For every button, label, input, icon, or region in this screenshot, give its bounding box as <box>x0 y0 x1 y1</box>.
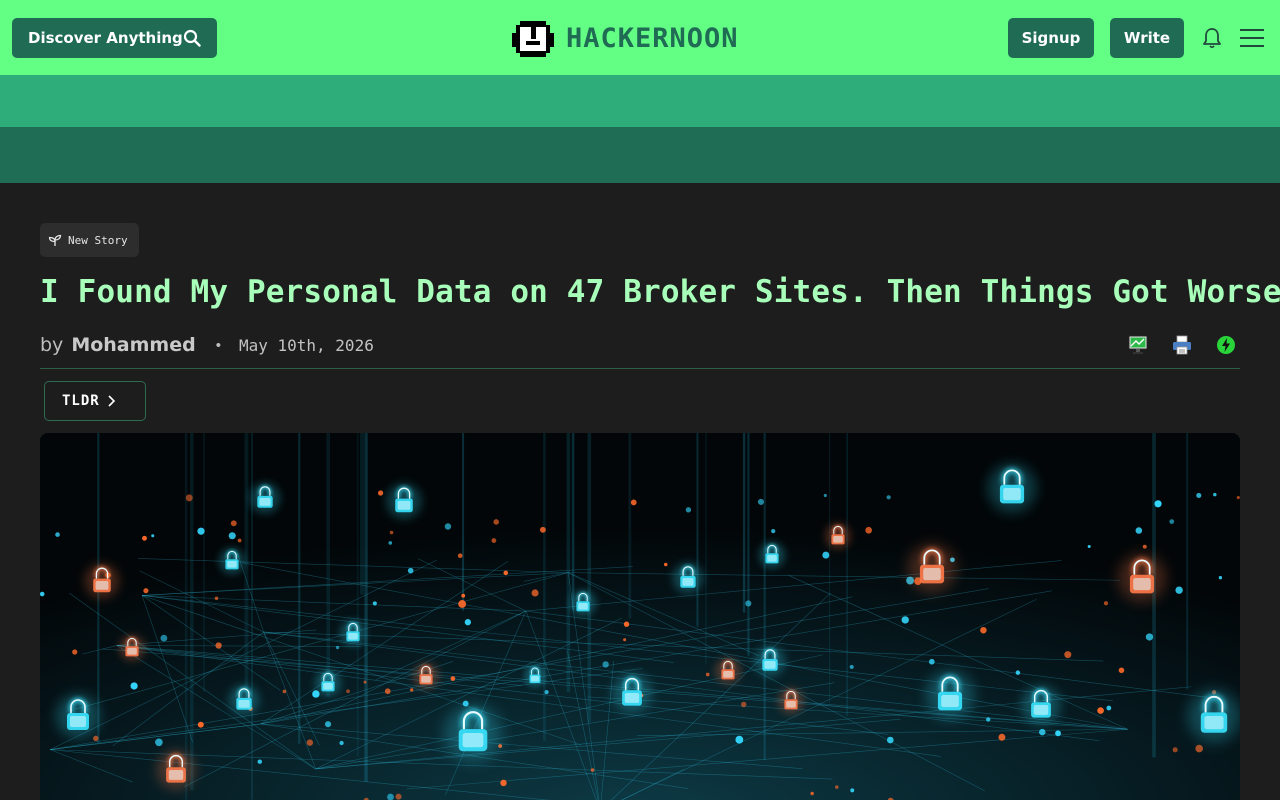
hamburger-menu-icon[interactable] <box>1240 28 1264 48</box>
author-link[interactable]: Mohammed <box>71 334 195 356</box>
by-label: by <box>40 334 64 356</box>
chevron-right-icon <box>108 395 115 407</box>
padlock-icon <box>118 634 146 662</box>
padlock-icon <box>758 541 786 569</box>
padlock-icon <box>1021 685 1061 725</box>
search-icon <box>183 29 201 47</box>
padlock-icon <box>925 670 975 720</box>
padlock-icon <box>672 562 704 594</box>
tldr-button[interactable]: TLDR <box>44 381 146 421</box>
signup-button[interactable]: Signup <box>1008 18 1094 58</box>
padlock-icon <box>907 543 957 593</box>
padlock-icon <box>218 547 246 575</box>
printer-icon[interactable] <box>1170 334 1194 356</box>
hero-image <box>40 433 1240 800</box>
story-actions <box>1126 334 1258 356</box>
padlock-icon <box>249 482 281 514</box>
padlock-icon <box>714 657 742 685</box>
padlock-icon <box>386 483 422 519</box>
padlock-icon <box>56 694 100 738</box>
padlock-icon <box>1117 553 1167 603</box>
tldr-label: TLDR <box>62 393 100 409</box>
padlock-icon <box>314 669 342 697</box>
banner-band-light <box>0 75 1280 127</box>
padlock-icon <box>777 687 805 715</box>
story-title: I Found My Personal Data on 47 Broker Si… <box>40 274 1280 310</box>
new-story-label: New Story <box>68 233 128 247</box>
padlock-icon <box>156 750 196 790</box>
monitor-icon[interactable] <box>1126 334 1150 356</box>
banner-band-dark <box>0 127 1280 183</box>
logo-text: HACKERNOON <box>566 22 739 54</box>
lightning-icon[interactable] <box>1214 334 1238 356</box>
padlock-icon <box>754 645 786 677</box>
padlock-icon <box>824 522 852 550</box>
padlock-icon <box>412 662 440 690</box>
sprout-icon <box>48 234 62 246</box>
hackernoon-logo[interactable]: HACKERNOON <box>512 16 770 60</box>
padlock-icon <box>1187 689 1240 743</box>
publish-date: May 10th, 2026 <box>238 335 374 355</box>
padlock-icon <box>524 665 546 687</box>
padlock-icon <box>339 619 367 647</box>
bell-icon[interactable] <box>1200 26 1224 50</box>
padlock-icon <box>612 673 652 713</box>
padlock-icon <box>84 563 120 599</box>
write-button[interactable]: Write <box>1110 18 1184 58</box>
logo-icon <box>512 21 554 57</box>
header-divider <box>40 368 1240 369</box>
padlock-icon <box>987 463 1037 513</box>
padlock-icon <box>569 589 597 617</box>
byline: by Mohammed • May 10th, 2026 <box>40 332 374 358</box>
new-story-badge[interactable]: New Story <box>40 223 139 257</box>
padlock-icon <box>444 704 502 762</box>
padlock-network-graphic <box>40 433 1240 800</box>
discover-label: Discover Anything <box>28 29 183 47</box>
top-navigation: Discover Anything HACKERNOON Signup Writ… <box>0 0 1280 75</box>
discover-search-button[interactable]: Discover Anything <box>12 18 217 58</box>
byline-separator: • <box>215 336 221 354</box>
padlock-icon <box>228 684 260 716</box>
